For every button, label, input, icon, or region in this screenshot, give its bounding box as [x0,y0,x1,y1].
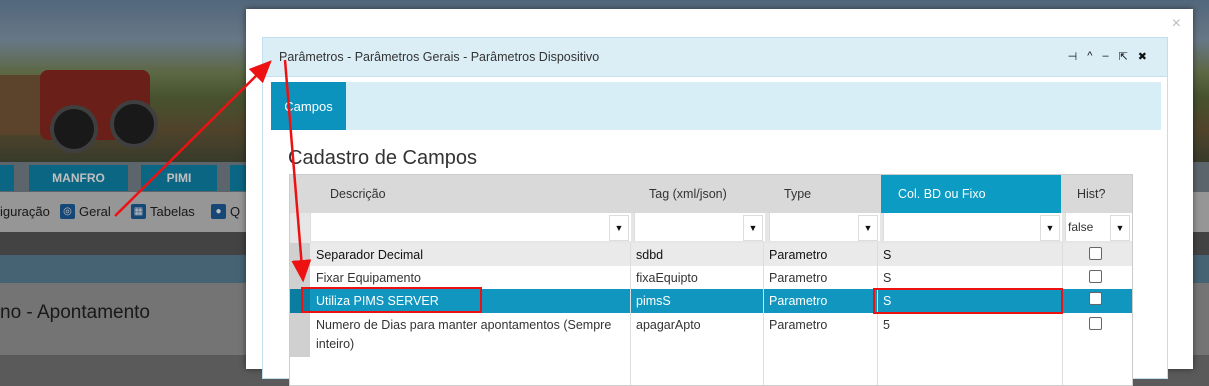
row-marker [290,266,310,289]
chevron-down-icon[interactable]: ▼ [1040,215,1060,241]
close-panel-icon[interactable]: ✖ [1138,50,1147,63]
column-header-hist[interactable]: Hist? [1077,175,1127,213]
cell-descricao-line2: inteiro) [316,337,355,351]
tab-campos[interactable]: Campos [271,82,346,130]
table-row[interactable]: Numero de Dias para manter apontamentos … [290,313,1132,357]
chevron-down-icon[interactable]: ▼ [609,215,629,241]
column-header-descricao[interactable]: Descrição [330,175,630,213]
column-divider [763,243,764,385]
table-row[interactable]: Fixar Equipamento fixaEquipto Parametro … [290,266,1132,289]
panel-header: Parâmetros - Parâmetros Gerais - Parâmet… [263,38,1167,77]
cell-col-bd: S [883,248,892,262]
section-title: Cadastro de Campos [288,147,477,169]
filter-col-bd[interactable]: ▼ [883,213,1062,241]
column-divider [630,243,631,385]
hist-checkbox[interactable] [1089,292,1102,305]
cell-type: Parametro [769,318,828,332]
filter-hist[interactable]: false ▼ [1065,213,1132,241]
annotation-box-descricao [301,287,482,313]
pin-icon[interactable]: ⊣ [1068,50,1078,63]
row-marker [290,243,310,266]
cell-col-bd: S [883,271,892,285]
column-header-type[interactable]: Type [784,175,864,213]
filter-tag[interactable]: ▼ [634,213,765,241]
table-row[interactable]: Separador Decimal sdbd Parametro S [290,243,1132,266]
popout-icon[interactable]: ⇱ [1119,50,1128,63]
collapse-icon[interactable]: ^ [1087,50,1092,63]
cell-col-bd: 5 [883,318,890,332]
cell-type: Parametro [769,248,828,262]
cell-descricao: Separador Decimal [316,248,423,262]
fields-grid: Descrição Tag (xml/json) Type Col. BD ou… [289,174,1133,386]
column-divider [1062,243,1063,385]
chevron-down-icon[interactable]: ▼ [858,215,878,241]
modal-dialog: × Parâmetros - Parâmetros Gerais - Parâm… [246,9,1193,386]
parameters-panel: Parâmetros - Parâmetros Gerais - Parâmet… [262,37,1168,386]
column-header-tag[interactable]: Tag (xml/json) [649,175,759,213]
chevron-down-icon[interactable]: ▼ [1110,215,1130,241]
cell-tag: pimsS [636,294,671,308]
panel-title: Parâmetros - Parâmetros Gerais - Parâmet… [279,50,600,64]
close-icon[interactable]: × [1172,15,1181,33]
cell-type: Parametro [769,271,828,285]
cell-tag: fixaEquipto [636,271,698,285]
chevron-down-icon[interactable]: ▼ [743,215,763,241]
filter-row: ▼ ▼ ▼ ▼ false ▼ [290,213,1132,243]
tab-bar: Campos [271,82,1161,130]
cell-descricao-line1: Numero de Dias para manter apontamentos … [316,318,612,332]
hist-checkbox[interactable] [1089,270,1102,283]
cell-type: Parametro [769,294,828,308]
cell-tag: sdbd [636,248,664,262]
grid-header: Descrição Tag (xml/json) Type Col. BD ou… [290,175,1132,213]
column-header-col-bd[interactable]: Col. BD ou Fixo [881,175,1061,213]
hist-checkbox[interactable] [1089,317,1102,330]
minimize-icon[interactable]: – [1102,50,1108,63]
hist-checkbox[interactable] [1089,247,1102,260]
cell-descricao: Fixar Equipamento [316,271,421,285]
panel-controls: ⊣ ^ – ⇱ ✖ [1068,50,1147,63]
column-divider [877,243,878,385]
cell-tag: apagarApto [636,318,701,332]
cell-descricao: Numero de Dias para manter apontamentos … [312,313,626,354]
filter-hist-value: false [1068,220,1094,234]
annotation-box-col-bd [873,288,1063,314]
filter-descricao[interactable]: ▼ [310,213,631,241]
filter-type[interactable]: ▼ [769,213,880,241]
row-marker [290,313,310,357]
